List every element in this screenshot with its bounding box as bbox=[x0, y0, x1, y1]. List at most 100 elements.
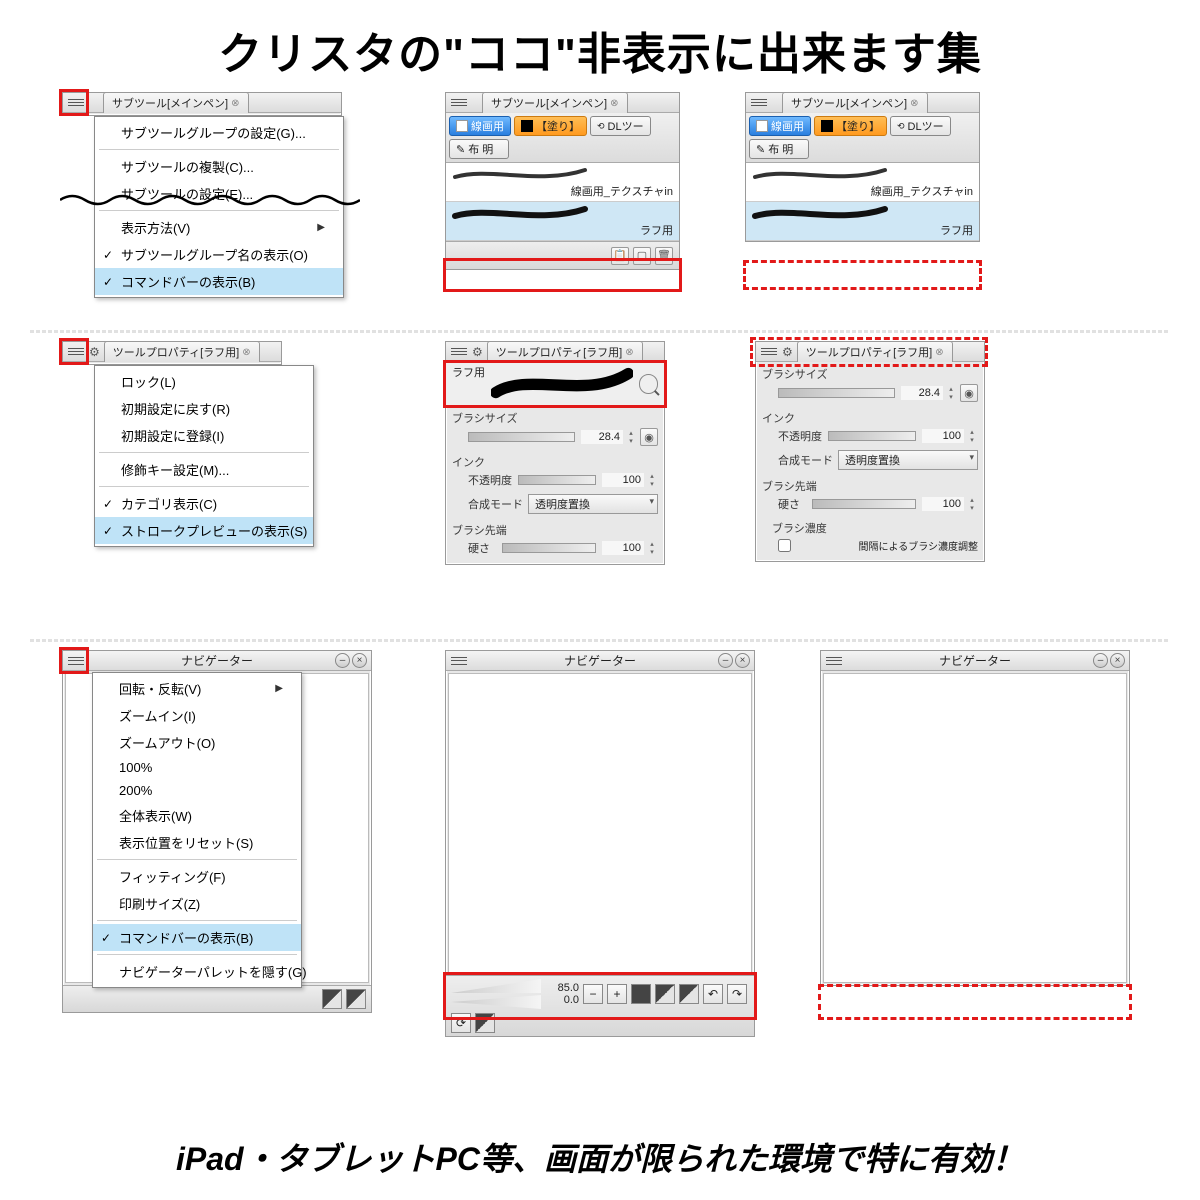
menu-zoomout[interactable]: ズームアウト(O) bbox=[93, 729, 301, 756]
zoom-in-icon[interactable]: + bbox=[607, 984, 627, 1004]
stepper-icon[interactable]: ▴▾ bbox=[646, 540, 658, 556]
toolprop-tab[interactable]: ツールプロパティ[ラフ用]⊗ bbox=[487, 341, 643, 362]
opacity-value[interactable]: 100 bbox=[602, 473, 644, 487]
close-icon[interactable]: × bbox=[735, 653, 750, 668]
navigator-canvas[interactable] bbox=[823, 673, 1127, 983]
menu-fitting[interactable]: フィッティング(F) bbox=[93, 863, 301, 890]
brush-size-slider[interactable] bbox=[468, 432, 575, 442]
brush-item[interactable]: ラフ用 bbox=[446, 202, 679, 241]
menu-reset[interactable]: 初期設定に戻す(R) bbox=[95, 395, 313, 422]
rotate-cw-icon[interactable]: ↷ bbox=[727, 984, 747, 1004]
group-cloth-button[interactable]: ✎布 明 bbox=[449, 139, 509, 159]
subtool-tab[interactable]: サブツール[メインペン]⊗ bbox=[482, 92, 628, 113]
hardness-value[interactable]: 100 bbox=[922, 497, 964, 511]
zoom-slider[interactable] bbox=[451, 979, 541, 993]
close-icon[interactable]: ⊗ bbox=[910, 98, 918, 109]
menu-fit[interactable]: 全体表示(W) bbox=[93, 802, 301, 829]
rotate-slider[interactable] bbox=[451, 995, 541, 1009]
minimize-icon[interactable]: – bbox=[1093, 653, 1108, 668]
hardness-slider[interactable] bbox=[812, 499, 916, 509]
brush-size-value[interactable]: 28.4 bbox=[901, 386, 943, 400]
menu-rotate[interactable]: 回転・反転(V)▶ bbox=[93, 675, 301, 702]
zoom-out-icon[interactable]: − bbox=[583, 984, 603, 1004]
paste-icon[interactable]: 📋 bbox=[611, 247, 629, 265]
menu-reset-pos[interactable]: 表示位置をリセット(S) bbox=[93, 829, 301, 856]
close-icon[interactable]: × bbox=[352, 653, 367, 668]
brush-size-value[interactable]: 28.4 bbox=[581, 430, 623, 444]
magnifier-icon[interactable] bbox=[639, 374, 658, 394]
flip-icon[interactable] bbox=[322, 989, 342, 1009]
group-fill-button[interactable]: 【塗り】 bbox=[814, 116, 887, 136]
menu-100[interactable]: 100% bbox=[93, 756, 301, 779]
link-icon[interactable]: ◉ bbox=[640, 428, 658, 446]
group-fill-button[interactable]: 【塗り】 bbox=[514, 116, 587, 136]
gear-icon[interactable]: ⚙ bbox=[472, 345, 483, 359]
menu-icon[interactable] bbox=[67, 96, 85, 110]
menu-show-groupname[interactable]: サブツールグループ名の表示(O) bbox=[95, 241, 343, 268]
group-cloth-button[interactable]: ✎布 明 bbox=[749, 139, 809, 159]
navigator-canvas[interactable] bbox=[448, 673, 752, 973]
menu-hide-palette[interactable]: ナビゲーターパレットを隠す(G) bbox=[93, 958, 301, 985]
menu-zoomin[interactable]: ズームイン(I) bbox=[93, 702, 301, 729]
stepper-icon[interactable]: ▴▾ bbox=[646, 472, 658, 488]
stepper-icon[interactable]: ▴▾ bbox=[945, 385, 957, 401]
new-icon[interactable]: ▢ bbox=[633, 247, 651, 265]
opacity-slider[interactable] bbox=[828, 431, 916, 441]
flip-h-icon[interactable] bbox=[655, 984, 675, 1004]
flip-icon[interactable] bbox=[346, 989, 366, 1009]
minimize-icon[interactable]: – bbox=[718, 653, 733, 668]
trash-icon[interactable]: 🗑 bbox=[655, 247, 673, 265]
menu-icon[interactable] bbox=[825, 654, 843, 668]
group-line-button[interactable]: 線画用 bbox=[749, 116, 811, 136]
density-checkbox[interactable] bbox=[778, 539, 791, 552]
brush-size-slider[interactable] bbox=[778, 388, 895, 398]
flip-v-icon[interactable] bbox=[679, 984, 699, 1004]
menu-icon[interactable] bbox=[760, 345, 778, 359]
fit-icon[interactable] bbox=[631, 984, 651, 1004]
stepper-icon[interactable]: ▴▾ bbox=[625, 429, 637, 445]
menu-icon[interactable] bbox=[67, 345, 85, 359]
brush-item[interactable]: 線画用_テクスチャin bbox=[746, 163, 979, 202]
toolprop-tab[interactable]: ツールプロパティ[ラフ用]⊗ bbox=[797, 341, 953, 362]
close-icon[interactable]: × bbox=[1110, 653, 1125, 668]
brush-item[interactable]: ラフ用 bbox=[746, 202, 979, 241]
menu-category[interactable]: カテゴリ表示(C) bbox=[95, 490, 313, 517]
menu-modkey[interactable]: 修飾キー設定(M)... bbox=[95, 456, 313, 483]
menu-show-cmdbar[interactable]: コマンドバーの表示(B) bbox=[93, 924, 301, 951]
reset-rotate-icon[interactable]: ⟳ bbox=[451, 1013, 471, 1033]
menu-icon[interactable] bbox=[450, 345, 468, 359]
menu-group-settings[interactable]: サブツールグループの設定(G)... bbox=[95, 119, 343, 146]
menu-icon[interactable] bbox=[450, 96, 468, 110]
menu-200[interactable]: 200% bbox=[93, 779, 301, 802]
opacity-value[interactable]: 100 bbox=[922, 429, 964, 443]
menu-icon[interactable] bbox=[67, 654, 85, 668]
menu-show-commandbar[interactable]: コマンドバーの表示(B) bbox=[95, 268, 343, 295]
menu-print-size[interactable]: 印刷サイズ(Z) bbox=[93, 890, 301, 917]
blend-select[interactable]: 透明度置換 bbox=[838, 450, 978, 470]
gear-icon[interactable]: ⚙ bbox=[89, 345, 100, 359]
minimize-icon[interactable]: – bbox=[335, 653, 350, 668]
gear-icon[interactable]: ⚙ bbox=[782, 345, 793, 359]
menu-lock[interactable]: ロック(L) bbox=[95, 368, 313, 395]
mirror-icon[interactable] bbox=[475, 1013, 495, 1033]
menu-stroke-preview[interactable]: ストロークプレビューの表示(S) bbox=[95, 517, 313, 544]
hardness-value[interactable]: 100 bbox=[602, 541, 644, 555]
link-icon[interactable]: ◉ bbox=[960, 384, 978, 402]
menu-duplicate[interactable]: サブツールの複製(C)... bbox=[95, 153, 343, 180]
subtool-tab[interactable]: サブツール[メインペン]⊗ bbox=[103, 92, 249, 113]
close-icon[interactable]: ⊗ bbox=[231, 98, 239, 109]
opacity-slider[interactable] bbox=[518, 475, 596, 485]
toolprop-tab[interactable]: ツールプロパティ[ラフ用]⊗ bbox=[104, 341, 260, 362]
menu-icon[interactable] bbox=[750, 96, 768, 110]
menu-display-method[interactable]: 表示方法(V)▶ bbox=[95, 214, 343, 241]
rotate-ccw-icon[interactable]: ↶ bbox=[703, 984, 723, 1004]
blend-select[interactable]: 透明度置換 bbox=[528, 494, 658, 514]
hardness-slider[interactable] bbox=[502, 543, 596, 553]
subtool-tab[interactable]: サブツール[メインペン]⊗ bbox=[782, 92, 928, 113]
group-dl-button[interactable]: ⟲DLツー bbox=[890, 116, 951, 136]
close-icon[interactable]: ⊗ bbox=[610, 98, 618, 109]
group-line-button[interactable]: 線画用 bbox=[449, 116, 511, 136]
menu-icon[interactable] bbox=[450, 654, 468, 668]
group-dl-button[interactable]: ⟲DLツー bbox=[590, 116, 651, 136]
brush-item[interactable]: 線画用_テクスチャin bbox=[446, 163, 679, 202]
